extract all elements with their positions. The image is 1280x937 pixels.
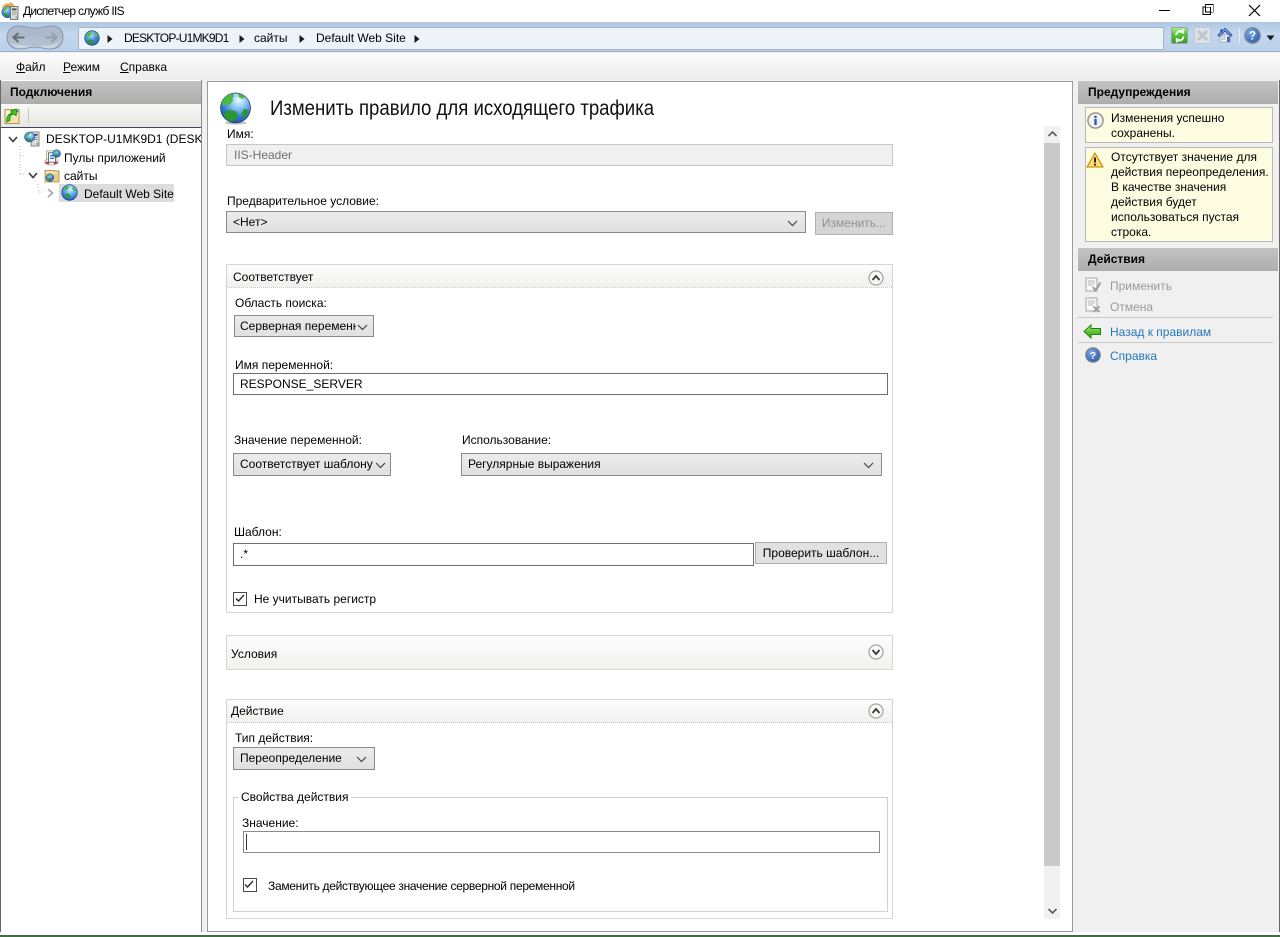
svg-text:?: ? (1249, 31, 1256, 43)
svg-text:?: ? (1090, 350, 1096, 362)
